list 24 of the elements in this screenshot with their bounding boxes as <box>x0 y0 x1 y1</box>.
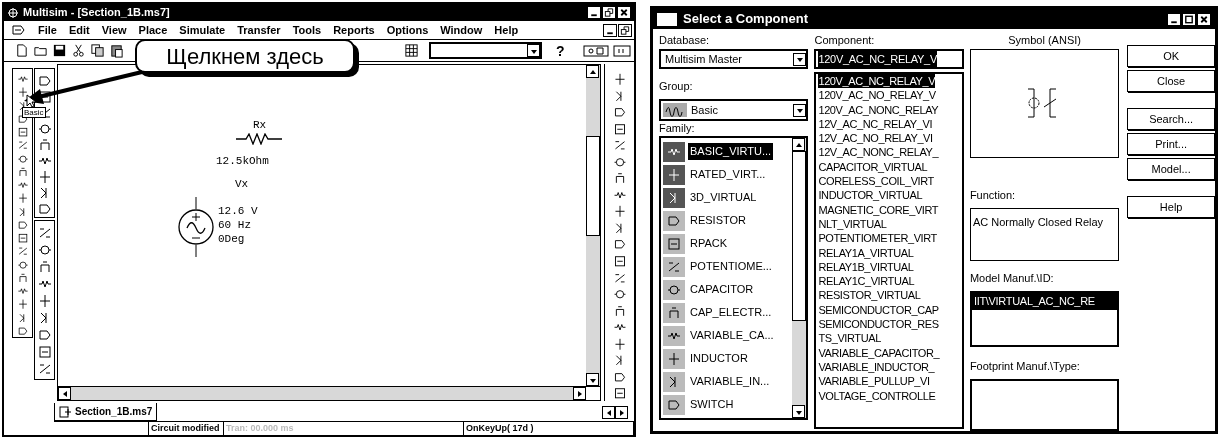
field-label: Symbol (ANSI) <box>1007 33 1082 47</box>
status-text: Circuit modified <box>149 422 224 435</box>
status-text: Tran: 00.000 ms <box>224 422 464 435</box>
status-text: OnKeyUp( 17d ) <box>464 422 634 435</box>
dropdown-value: Basic <box>691 102 719 118</box>
component-value: 12.5kOhm <box>216 154 269 169</box>
field-label: Family: <box>659 121 696 135</box>
field-label: Function: <box>969 188 1016 201</box>
window-title: Multisim - [Section_1B.ms7] <box>23 5 170 21</box>
dropdown-value: Multisim Master <box>664 51 743 67</box>
source-parameter: 12.6 V <box>218 205 258 218</box>
function-text: AC Normally Closed Relay <box>972 215 1104 228</box>
field-label: Component: <box>814 33 876 47</box>
field-label: Database: <box>659 33 711 47</box>
field-label: Group: <box>659 80 693 92</box>
field-label: Footprint Manuf.\Type: <box>969 360 1080 373</box>
field-label: Model Manuf.\ID: <box>969 272 1054 285</box>
source-parameter: 60 Hz <box>218 219 251 232</box>
tab-label: Section_1B.ms7 <box>75 405 153 419</box>
tooltip: Basic <box>22 107 46 118</box>
component-label: Vx <box>235 177 249 192</box>
source-parameter: 0Deg <box>218 233 245 246</box>
component-label: Rx <box>253 118 267 133</box>
dialog-title: Select a Component <box>683 10 808 29</box>
